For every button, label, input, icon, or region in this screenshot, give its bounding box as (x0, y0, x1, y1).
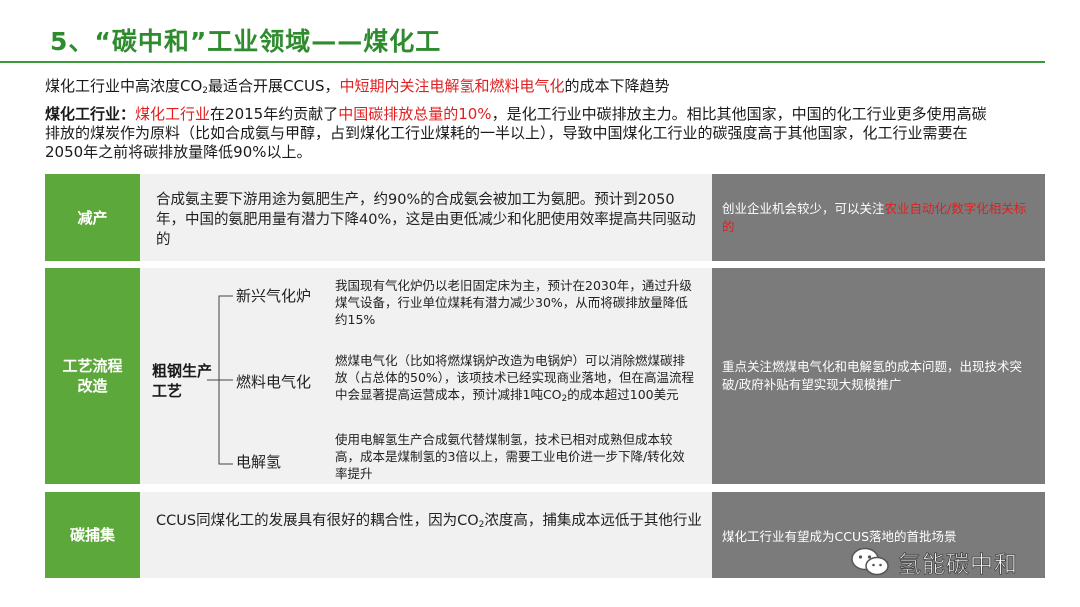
row-label-reduce: 减产 (45, 174, 140, 261)
note-text: 创业企业机会较少，可以关注 (722, 200, 885, 216)
watermark: 氢能碳中和 (850, 545, 1018, 579)
intro-paragraph-line-3: 2050年之前将碳排放量降低90%以上。 (45, 143, 312, 161)
intro-label: 煤化工行业： (45, 105, 136, 123)
note-text: 煤化工行业有望成为CCUS落地的首批场景 (722, 529, 957, 544)
wechat-icon (851, 547, 889, 576)
process-center-label: 粗钢生产工艺 (152, 362, 213, 400)
intro-highlight: 煤化工行业 (135, 105, 211, 123)
intro-highlight: 中国碳排放总量的10% (338, 105, 492, 123)
row-reduce-text: 合成氨主要下游用途为氨肥生产，约90%的合成氨会被加工为氨肥。预计到2050年，… (156, 192, 696, 248)
intro-text: 在2015年约贡献了 (210, 105, 339, 123)
process-item-electrolysis: 电解氢 (236, 453, 282, 471)
process-item-electrification: 燃料电气化 (236, 373, 312, 391)
row-capture-text: CCUS同煤化工的发展具有很好的耦合性，因为CO2浓度高，捕集成本远低于其他行业 (156, 511, 704, 535)
row-label-text: 工艺流程改造 (62, 357, 123, 395)
watermark-text: 氢能碳中和 (898, 552, 1018, 579)
bracket-connector (207, 295, 233, 465)
title-divider (0, 61, 1045, 63)
intro-paragraph-line-2: 排放的煤炭作为原料（比如合成氨与甲醇，占到煤化工行业煤耗的一半以上），导致中国煤… (45, 124, 968, 142)
page-title: 5、“碳中和”工业领域——煤化工 (50, 27, 442, 56)
process-item-electrification-text: 燃煤电气化（比如将燃煤锅炉改造为电锅炉）可以消除燃煤碳排放（占总体的50%），该… (335, 352, 695, 408)
process-item-electrolysis-text: 使用电解氢生产合成氨代替煤制氢，技术已相对成熟但成本较高，成本是煤制氢的3倍以上… (335, 432, 685, 481)
intro-paragraph-line-1: 煤化工行业：煤化工行业在2015年约贡献了中国碳排放总量的10%，是化工行业中碳… (45, 104, 987, 124)
item-text: 的成本超过100美元 (567, 387, 679, 402)
intro-text: 最适合开展CCUS， (208, 77, 340, 95)
capture-text: 浓度高，捕集成本远低于其他行业 (484, 513, 702, 529)
row-process-note: 重点关注燃煤电气化和电解氢的成本问题，出现技术突破/政府补贴有望实现大规模推广 (712, 268, 1045, 484)
process-item-gasifier-text: 我国现有气化炉仍以老旧固定床为主，预计在2030年，通过升级煤气设备，行业单位煤… (335, 278, 692, 327)
intro-highlight: 中短期内关注电解氢和燃料电气化 (339, 77, 565, 95)
intro-text: 煤化工行业中高浓度CO (45, 77, 203, 95)
intro-line-1: 煤化工行业中高浓度CO2最适合开展CCUS，中短期内关注电解氢和燃料电气化的成本… (45, 76, 670, 101)
intro-text: 的成本下降趋势 (564, 77, 670, 95)
row-label-capture: 碳捕集 (45, 492, 140, 578)
capture-text: CCUS同煤化工的发展具有很好的耦合性，因为CO (156, 513, 479, 529)
row-reduce-note: 创业企业机会较少，可以关注农业自动化/数字化相关标的 (712, 174, 1045, 261)
intro-text: ，是化工行业中碳排放主力。相比其他国家，中国的化工行业更多使用高碳 (491, 105, 987, 123)
process-item-gasifier: 新兴气化炉 (236, 287, 312, 305)
row-label-process: 工艺流程改造 (45, 268, 140, 484)
